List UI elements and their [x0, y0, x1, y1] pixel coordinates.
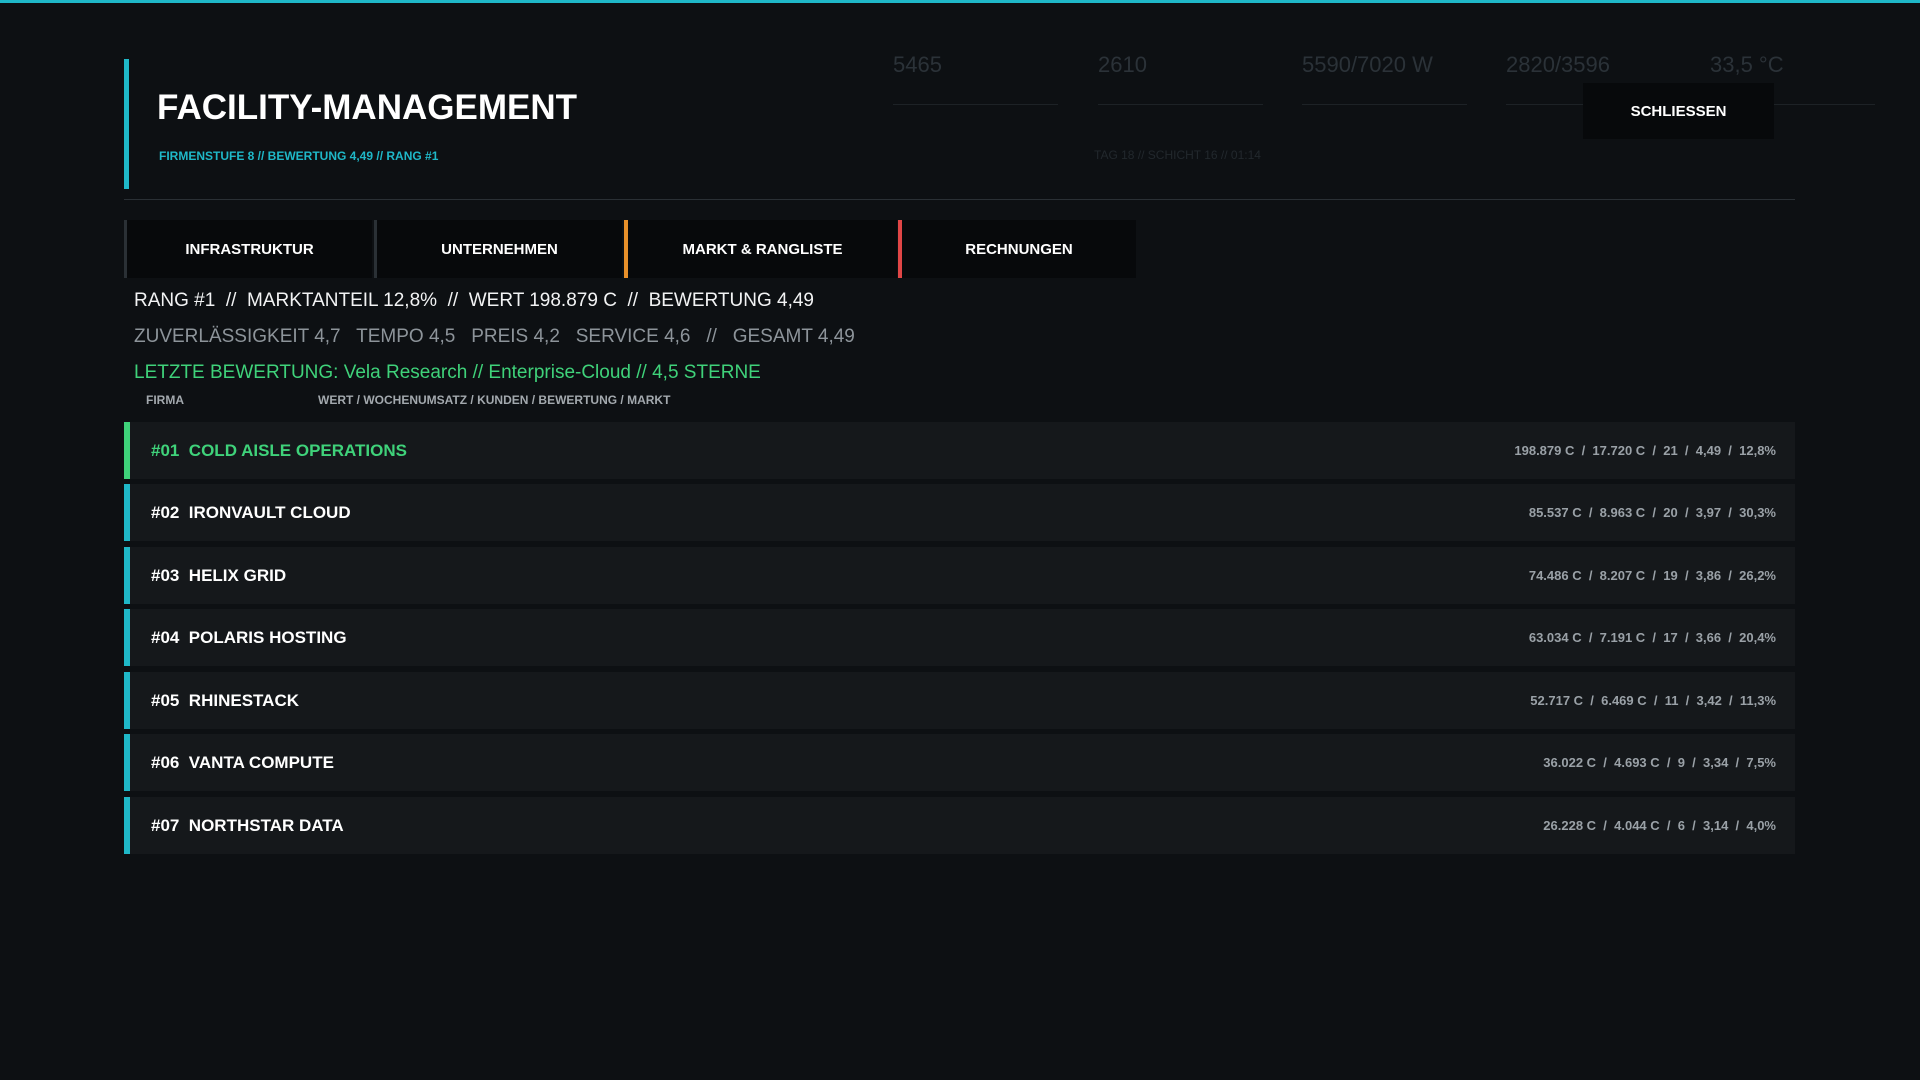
company-name: #07 NORTHSTAR DATA [151, 815, 344, 835]
background-divider [1098, 104, 1263, 105]
background-stat: 2820/3596 [1506, 44, 1610, 78]
tab-infrastruktur[interactable]: INFRASTRUKTUR [124, 220, 372, 278]
background-stat-value: 5590/7020 W [1302, 52, 1433, 77]
ranking-row[interactable]: #01 COLD AISLE OPERATIONS 198.879 C / 17… [124, 422, 1795, 479]
company-name: #06 VANTA COMPUTE [151, 752, 334, 772]
company-name: #01 COLD AISLE OPERATIONS [151, 440, 407, 460]
close-button[interactable]: SCHLIESSEN [1583, 83, 1774, 139]
company-stats: 52.717 C / 6.469 C / 11 / 3,42 / 11,3% [1530, 693, 1776, 708]
background-stat-value: 5465 [893, 52, 942, 77]
row-accent-bar [124, 734, 130, 791]
tab-label: MARKT & RANGLISTE [682, 240, 843, 258]
company-name: #02 IRONVAULT CLOUD [151, 502, 351, 522]
ranking-row[interactable]: #05 RHINESTACK 52.717 C / 6.469 C / 11 /… [124, 672, 1795, 729]
tab-rechnungen[interactable]: RECHNUNGEN [898, 220, 1136, 278]
tab-label: INFRASTRUKTUR [185, 240, 314, 258]
ranking-row[interactable]: #07 NORTHSTAR DATA 26.228 C / 4.044 C / … [124, 797, 1795, 854]
rating-breakdown: ZUVERLÄSSIGKEIT 4,7 TEMPO 4,5 PREIS 4,2 … [134, 326, 855, 347]
row-accent-bar [124, 422, 130, 479]
background-stat: 5465 [893, 44, 942, 78]
row-accent-bar [124, 484, 130, 541]
background-stat: 33,5 °C [1710, 44, 1784, 78]
company-stats: 36.022 C / 4.693 C / 9 / 3,34 / 7,5% [1543, 755, 1776, 770]
market-summary: RANG #1 // MARKTANTEIL 12,8% // WERT 198… [134, 290, 815, 311]
background-stat-value: 2820/3596 [1506, 52, 1610, 77]
tab-label: RECHNUNGEN [965, 240, 1073, 258]
column-header-firma: FIRMA [146, 393, 184, 407]
ranking-row[interactable]: #06 VANTA COMPUTE 36.022 C / 4.693 C / 9… [124, 734, 1795, 791]
row-accent-bar [124, 672, 130, 729]
company-stats: 63.034 C / 7.191 C / 17 / 3,66 / 20,4% [1528, 630, 1776, 645]
background-stat: 2610 [1098, 44, 1147, 78]
company-name: #03 HELIX GRID [151, 565, 287, 585]
tab-unternehmen[interactable]: UNTERNEHMEN [374, 220, 622, 278]
background-day-line: TAG 18 // SCHICHT 16 // 01:14 [1094, 148, 1261, 162]
company-name: #04 POLARIS HOSTING [151, 627, 347, 647]
column-header-stats: WERT / WOCHENUMSATZ / KUNDEN / BEWERTUNG… [318, 393, 671, 407]
page-title: FACILITY-MANAGEMENT [157, 88, 577, 127]
company-name: #05 RHINESTACK [151, 690, 299, 710]
tab-markt-rangliste[interactable]: MARKT & RANGLISTE [624, 220, 897, 278]
row-accent-bar [124, 547, 130, 604]
background-stat: 5590/7020 W [1302, 44, 1433, 78]
ranking-row[interactable]: #02 IRONVAULT CLOUD 85.537 C / 8.963 C /… [124, 484, 1795, 541]
company-stats: 85.537 C / 8.963 C / 20 / 3,97 / 30,3% [1528, 505, 1776, 520]
background-stat-value: 2610 [1098, 52, 1147, 77]
last-review: LETZTE BEWERTUNG: Vela Research // Enter… [134, 362, 761, 383]
ranking-row[interactable]: #04 POLARIS HOSTING 63.034 C / 7.191 C /… [124, 609, 1795, 666]
background-divider [1302, 104, 1467, 105]
company-stats: 198.879 C / 17.720 C / 21 / 4,49 / 12,8% [1514, 443, 1776, 458]
company-stats: 26.228 C / 4.044 C / 6 / 3,14 / 4,0% [1543, 818, 1776, 833]
background-divider [893, 104, 1058, 105]
background-stat-value: 33,5 °C [1710, 52, 1784, 77]
top-accent-line [0, 0, 1920, 3]
company-stats: 74.486 C / 8.207 C / 19 / 3,86 / 26,2% [1528, 568, 1776, 583]
tab-label: UNTERNEHMEN [441, 240, 558, 258]
ranking-row[interactable]: #03 HELIX GRID 74.486 C / 8.207 C / 19 /… [124, 547, 1795, 604]
header-accent-bar [124, 59, 129, 189]
header-divider [124, 199, 1795, 200]
page-subtitle: FIRMENSTUFE 8 // BEWERTUNG 4,49 // RANG … [159, 149, 439, 163]
row-accent-bar [124, 609, 130, 666]
row-accent-bar [124, 797, 130, 854]
